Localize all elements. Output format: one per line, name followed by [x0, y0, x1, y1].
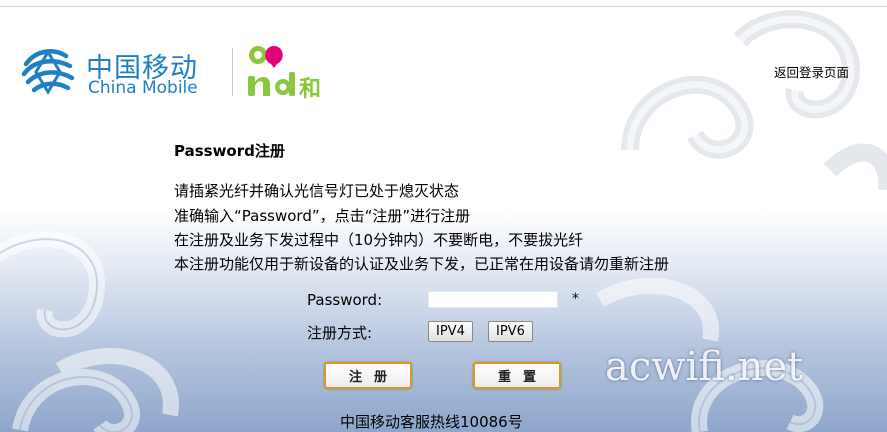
registration-mode-label: 注册方式:: [307, 324, 373, 342]
ipv4-button[interactable]: IPV4: [428, 321, 473, 342]
and-logo: 和: [248, 46, 321, 102]
back-to-login-link[interactable]: 返回登录页面: [774, 62, 849, 81]
logo-divider: [232, 48, 233, 96]
ipv6-button[interactable]: IPV6: [488, 321, 533, 342]
svg-text:和: 和: [299, 77, 321, 102]
china-mobile-en-name: China Mobile: [88, 78, 198, 98]
instruction-line: 在注册及业务下发过程中（10分钟内）不要断电，不要拔光纤: [174, 231, 584, 249]
china-mobile-icon: [21, 49, 75, 95]
password-input[interactable]: [428, 291, 558, 308]
customer-hotline: 中国移动客服热线10086号: [340, 413, 523, 431]
instruction-line: 本注册功能仅用于新设备的认证及业务下发，已正常在用设备请勿重新注册: [174, 255, 670, 273]
watermark-text: acwifi.net: [605, 344, 804, 390]
instruction-line: 准确输入“Password”，点击“注册”进行注册: [174, 207, 471, 225]
required-mark: *: [572, 291, 579, 307]
password-label: Password:: [307, 291, 383, 309]
reset-button[interactable]: 重置: [473, 362, 561, 389]
top-border: [0, 6, 887, 7]
background-swirl-decoration: [621, 10, 887, 190]
register-button[interactable]: 注册: [324, 362, 412, 389]
instruction-line: 请插紧光纤并确认光信号灯已处于熄灭状态: [174, 182, 460, 200]
page-title: Password注册: [174, 142, 285, 160]
